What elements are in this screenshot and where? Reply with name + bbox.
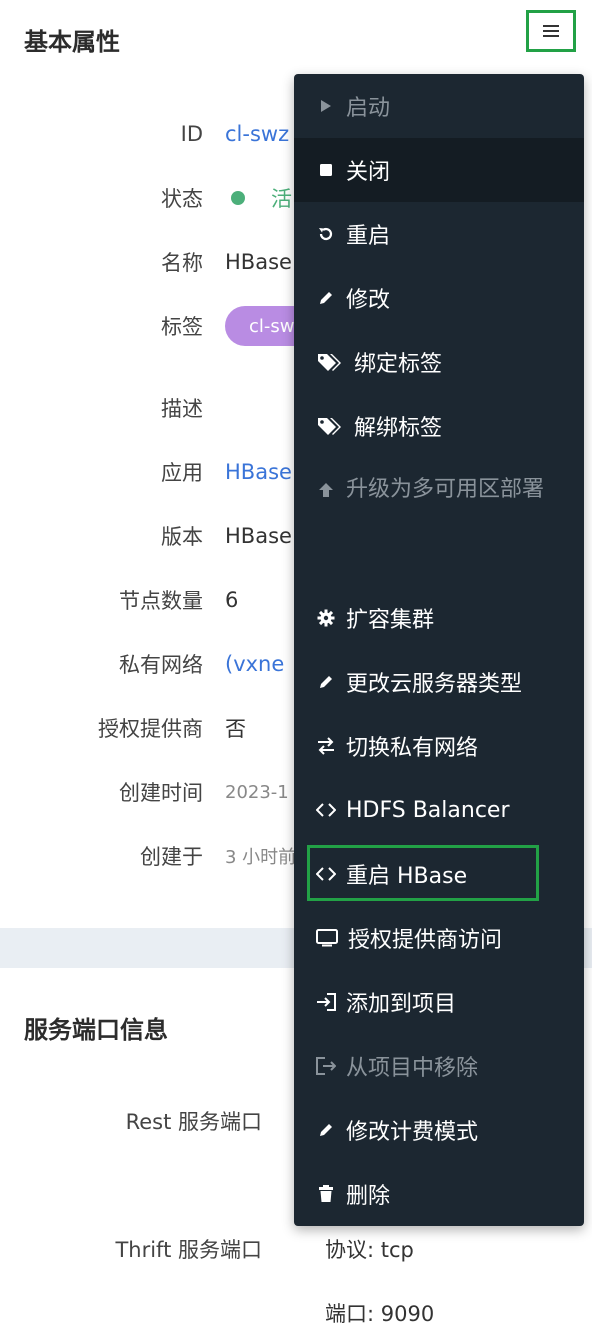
menu-item-label: 关闭 (346, 160, 391, 185)
menu-item-label: 重启 HBase (346, 864, 468, 889)
prop-label: 授权提供商 (98, 717, 203, 741)
status-value: 活 (271, 187, 292, 211)
section-title-ports: 服务端口信息 (24, 1016, 168, 1044)
version-value: HBase (225, 524, 292, 548)
provider-value: 否 (225, 717, 246, 741)
code-icon (316, 800, 336, 820)
menu-item-label: 绑定标签 (354, 352, 443, 377)
pencil-icon (316, 288, 336, 308)
thrift-port-value: 端口: 9090 (325, 1302, 435, 1326)
menu-item-change-billing[interactable]: 修改计费模式 (294, 1098, 584, 1162)
thrift-protocol-value: 协议: tcp (325, 1238, 414, 1262)
prop-label: 私有网络 (119, 653, 203, 677)
section-title-basic: 基本属性 (24, 28, 120, 56)
name-value: HBase (225, 250, 292, 274)
menu-item-modify[interactable]: 修改 (294, 266, 584, 330)
stop-icon (316, 160, 336, 180)
menu-item-stop[interactable]: 关闭 (294, 138, 584, 202)
switch-icon (316, 736, 336, 756)
prop-label: 创建于 (140, 845, 203, 869)
logout-icon (316, 1056, 336, 1076)
prop-label: 名称 (161, 251, 203, 275)
prop-label: 节点数量 (119, 589, 203, 613)
menu-item-label: 从项目中移除 (346, 1056, 479, 1081)
prop-label: 创建时间 (119, 781, 203, 805)
menu-item-label: 授权提供商访问 (348, 928, 503, 953)
cluster-id-link[interactable]: cl-swz (225, 122, 289, 146)
tags-icon (316, 416, 344, 436)
menu-item-restart[interactable]: 重启 (294, 202, 584, 266)
menu-item-restart-hbase[interactable]: 重启 HBase (294, 842, 584, 906)
menu-item-scale-cluster[interactable]: 扩容集群 (294, 586, 584, 650)
play-icon (316, 96, 336, 116)
created-time-value: 2023-1 (225, 781, 289, 803)
menu-toggle-button[interactable] (526, 10, 576, 52)
monitor-icon (316, 928, 338, 948)
menu-item-label: 添加到项目 (346, 992, 457, 1017)
prop-label: ID (180, 122, 203, 146)
menu-item-unbind-tags[interactable]: 解绑标签 (294, 394, 584, 458)
menu-item-label: 扩容集群 (346, 608, 435, 633)
login-icon (316, 992, 336, 1012)
trash-icon (316, 1184, 336, 1204)
prop-label: 应用 (161, 461, 203, 485)
menu-item-add-to-project[interactable]: 添加到项目 (294, 970, 584, 1034)
node-count-value: 6 (225, 588, 239, 612)
menu-item-label: 重启 (346, 224, 391, 249)
menu-item-label: 升级为多可用区部署 (346, 477, 545, 502)
app-link[interactable]: HBase (225, 460, 292, 484)
pencil-icon (316, 672, 336, 692)
hamburger-icon (543, 25, 559, 37)
thrift-port-label: Thrift 服务端口 (115, 1238, 262, 1262)
menu-item-label: 修改计费模式 (346, 1120, 479, 1145)
prop-label: 版本 (161, 525, 203, 549)
menu-item-switch-vpc[interactable]: 切换私有网络 (294, 714, 584, 778)
prop-label: 描述 (161, 397, 203, 421)
menu-item-bind-tags[interactable]: 绑定标签 (294, 330, 584, 394)
menu-item-hdfs-balancer[interactable]: HDFS Balancer (294, 778, 584, 842)
menu-item-start[interactable]: 启动 (294, 74, 584, 138)
menu-item-change-instance-type[interactable]: 更改云服务器类型 (294, 650, 584, 714)
menu-item-remove-from-project[interactable]: 从项目中移除 (294, 1034, 584, 1098)
restart-icon (316, 224, 336, 244)
status-dot-icon (231, 191, 245, 205)
vpc-link[interactable]: (vxne (225, 652, 284, 676)
menu-item-label: 切换私有网络 (346, 736, 479, 761)
arrow-up-icon (316, 480, 336, 500)
menu-item-label: HDFS Balancer (346, 797, 510, 823)
menu-item-upgrade-multi-az[interactable]: 升级为多可用区部署 (294, 458, 584, 586)
menu-item-label: 修改 (346, 288, 391, 313)
prop-label: 标签 (161, 315, 203, 339)
menu-item-label: 启动 (346, 96, 391, 121)
menu-item-label: 更改云服务器类型 (346, 672, 523, 697)
code-icon (316, 864, 336, 884)
gear-icon (316, 608, 336, 628)
actions-dropdown-menu: 启动 关闭 重启 修改 绑定标签 解绑标签 升级为多可用区部署 扩容集群 更改云… (294, 74, 584, 1226)
prop-label: 状态 (161, 187, 203, 211)
menu-item-authorize-provider[interactable]: 授权提供商访问 (294, 906, 584, 970)
created-ago-value: 3 小时前 (225, 847, 297, 868)
tags-icon (316, 352, 344, 372)
menu-item-label: 解绑标签 (354, 416, 443, 441)
rest-port-label: Rest 服务端口 (125, 1110, 262, 1134)
menu-item-label: 删除 (346, 1184, 391, 1209)
menu-item-delete[interactable]: 删除 (294, 1162, 584, 1226)
pencil-icon (316, 1120, 336, 1140)
